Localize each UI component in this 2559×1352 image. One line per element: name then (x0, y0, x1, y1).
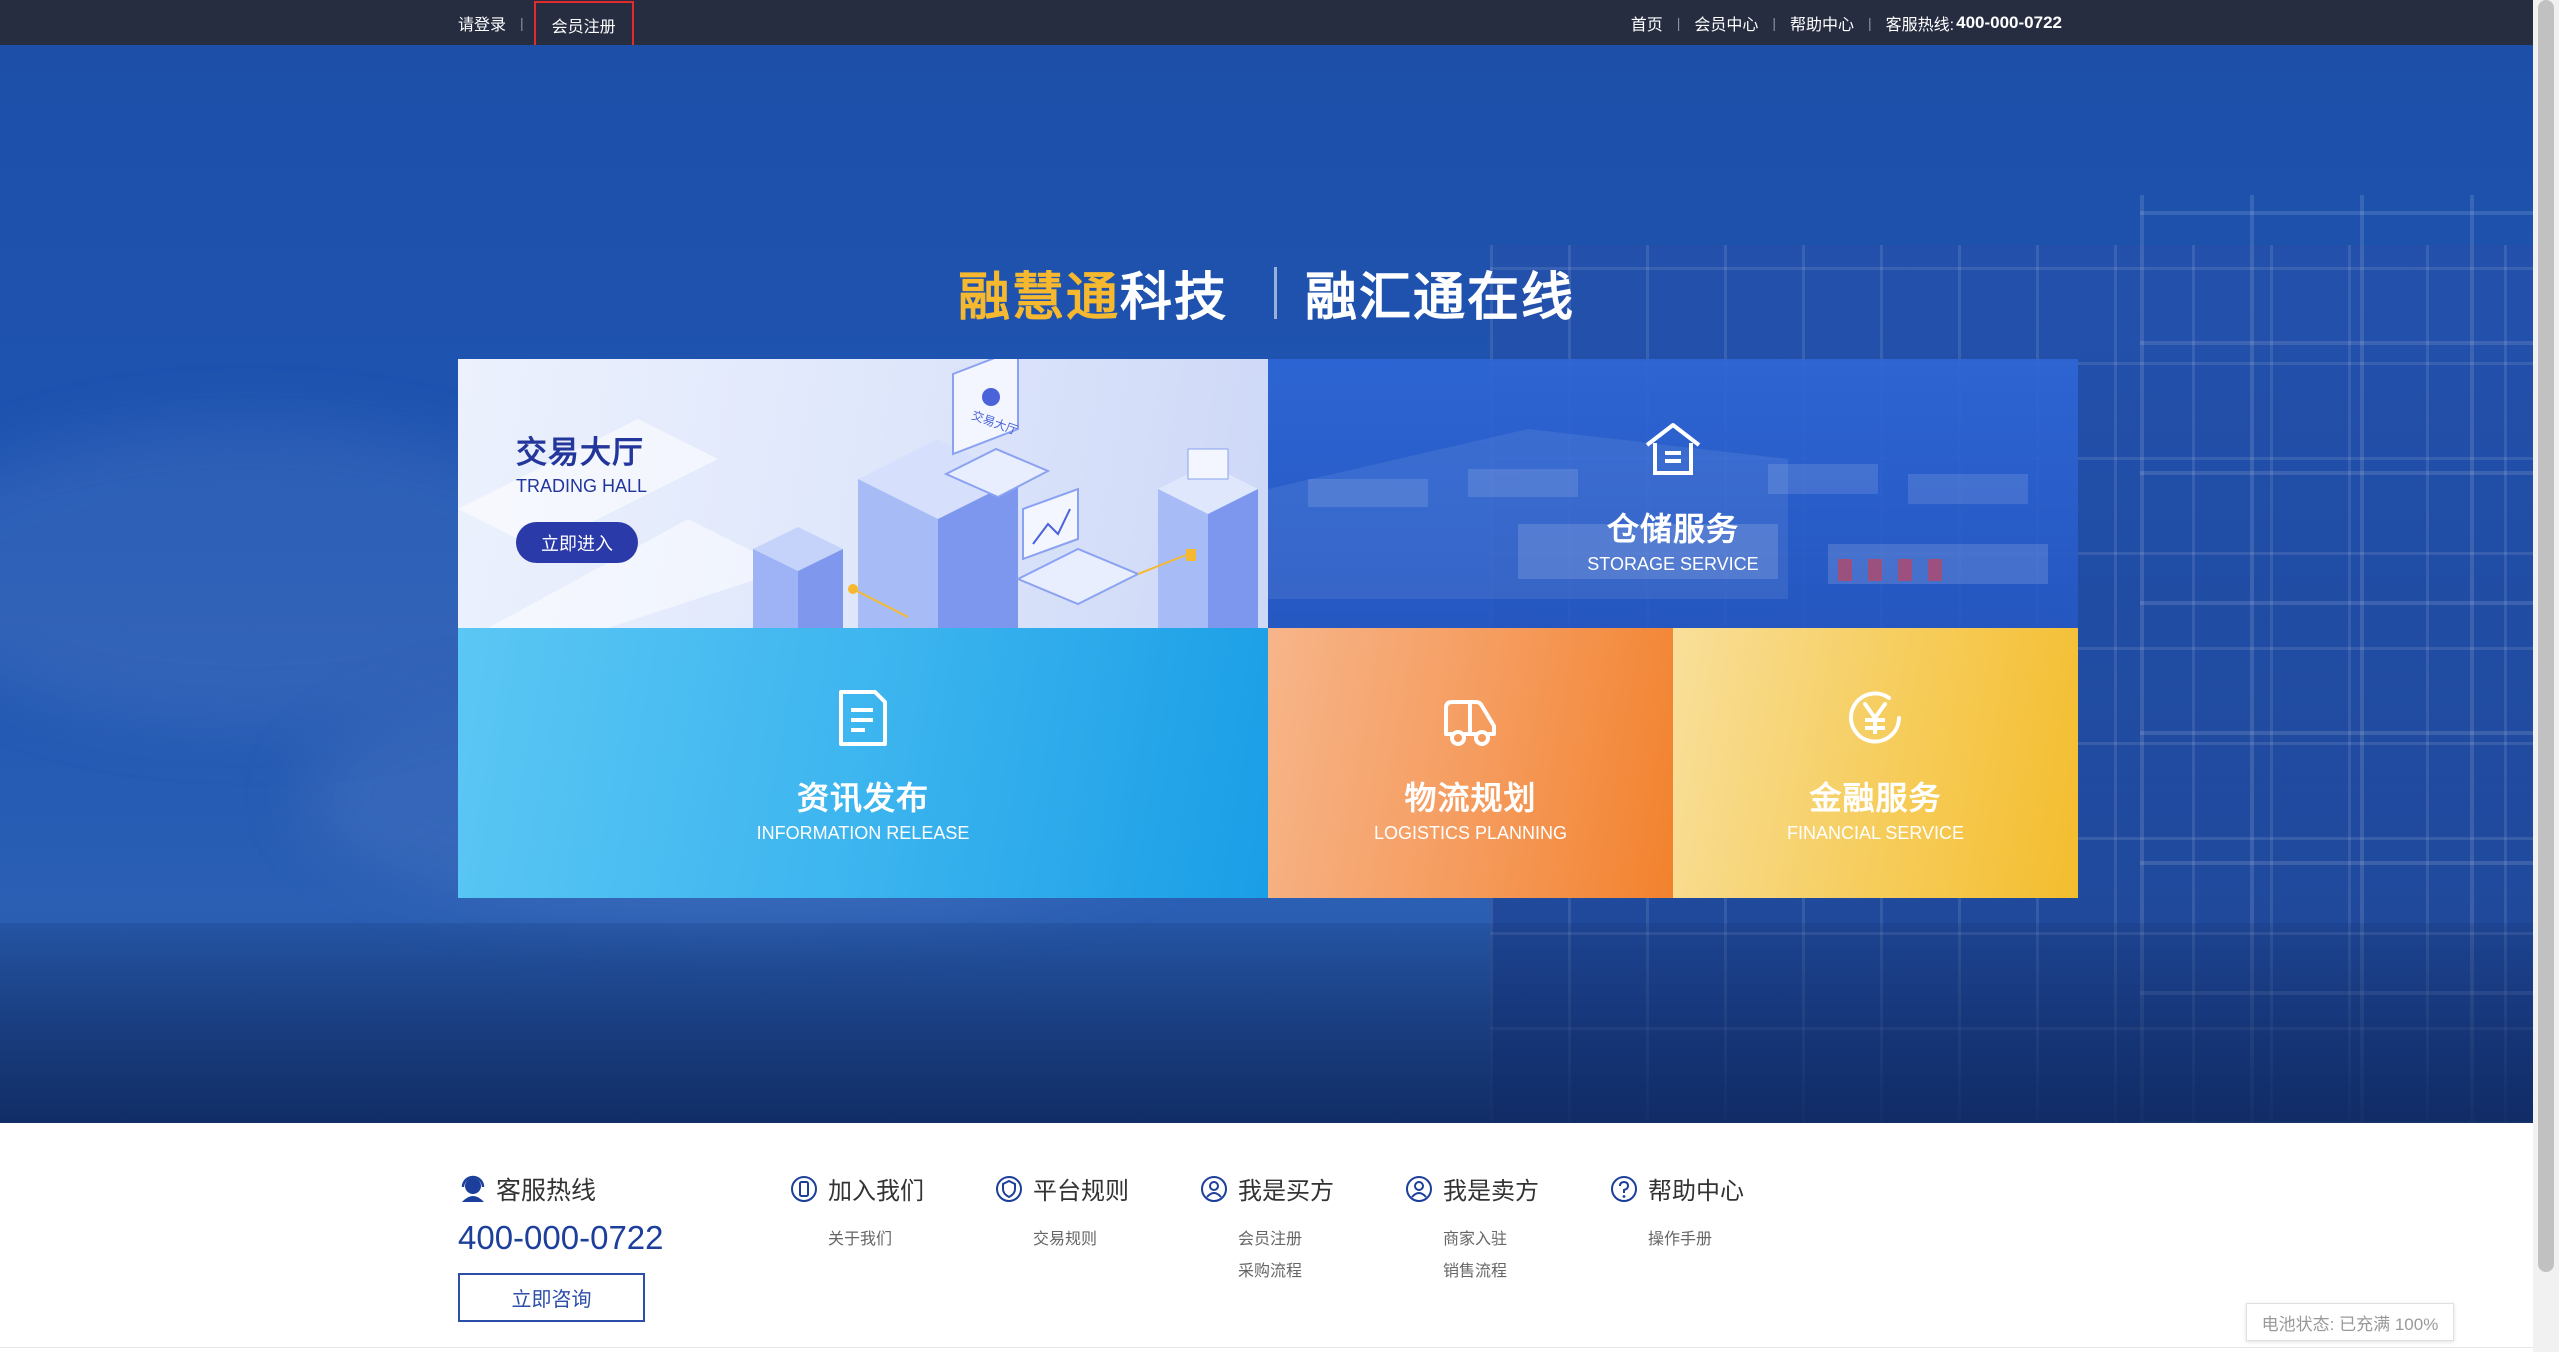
footer-col-links: 关于我们 (828, 1224, 924, 1256)
consult-now-button[interactable]: 立即咨询 (458, 1273, 645, 1322)
footer-col-links: 操作手册 (1648, 1224, 1744, 1256)
footer-link-user-manual[interactable]: 操作手册 (1648, 1224, 1744, 1256)
logistics-content: 物流规划 LOGISTICS PLANNING (1374, 628, 1567, 844)
login-link[interactable]: 请登录 (458, 11, 506, 35)
footer-col-heading: 平台规则 (995, 1171, 1129, 1206)
info-content: 资讯发布 INFORMATION RELEASE (756, 628, 970, 844)
footer-col-title: 帮助中心 (1648, 1178, 1744, 1205)
footer-col-title: 平台规则 (1033, 1178, 1129, 1205)
footer-col-join-us: 加入我们 关于我们 (790, 1171, 924, 1256)
footer-link-about-us[interactable]: 关于我们 (828, 1224, 924, 1256)
title-divider (1274, 266, 1277, 319)
logistics-title: 物流规划 (1404, 780, 1537, 816)
trading-subtitle: TRADING HALL (516, 476, 648, 496)
vertical-scrollbar[interactable] (2533, 0, 2559, 1352)
tile-logistics-planning[interactable]: 物流规划 LOGISTICS PLANNING (1268, 628, 1673, 898)
info-title: 资讯发布 (796, 780, 929, 816)
footer-col-heading: 我是买方 (1200, 1171, 1334, 1206)
phone-icon (791, 1175, 817, 1202)
footer-col-help: 帮助中心 操作手册 (1610, 1171, 1744, 1256)
footer-col-heading: 帮助中心 (1610, 1171, 1744, 1206)
tile-information-release[interactable]: 资讯发布 INFORMATION RELEASE (458, 628, 1268, 898)
footer-bottom-rule (0, 1347, 2533, 1352)
footer-hotline-number: 400-000-0722 (458, 1219, 664, 1256)
hotline-number: 400-000-0722 (1956, 12, 2062, 32)
trading-text: 交易大厅 TRADING HALL (516, 427, 647, 497)
footer-col-platform-rules: 平台规则 交易规则 (995, 1171, 1129, 1256)
footer-col-title: 我是卖方 (1443, 1178, 1539, 1205)
footer-col-heading: 我是卖方 (1405, 1171, 1539, 1206)
storage-content: 仓储服务 STORAGE SERVICE (1587, 359, 1759, 575)
footer-link-member-register[interactable]: 会员注册 (1238, 1224, 1334, 1256)
brand-name-gold: 融慧通 (957, 269, 1120, 327)
hotline-label: 客服热线: (1885, 16, 1955, 34)
footer: 客服热线 400-000-0722 立即咨询 加入我们 关于我们 平台规则 交易… (0, 1123, 2533, 1352)
footer-col-title: 加入我们 (828, 1178, 924, 1205)
tile-storage-service[interactable]: 仓储服务 STORAGE SERVICE (1268, 359, 2078, 628)
divider: | (1676, 14, 1681, 31)
help-center-link[interactable]: 帮助中心 (1790, 11, 1854, 35)
footer-col-links: 商家入驻 销售流程 (1443, 1224, 1539, 1288)
member-center-link[interactable]: 会员中心 (1694, 11, 1758, 35)
truck-icon (1444, 700, 1497, 746)
tile-financial-service[interactable]: 金融服务 FINANCIAL SERVICE (1673, 628, 2078, 898)
yuan-coin-icon (1849, 691, 1902, 744)
footer-col-seller: 我是卖方 商家入驻 销售流程 (1405, 1171, 1539, 1288)
brand-name-white: 科技 (1119, 269, 1228, 327)
document-icon (838, 690, 887, 746)
hero-slogan: 融汇通在线 (1305, 269, 1576, 327)
footer-hotline-label-row: 客服热线 (458, 1171, 664, 1207)
site-links: 首页 | 会员中心 | 帮助中心 | 客服热线: 400-000-0722 (1631, 0, 2062, 45)
footer-link-sales-process[interactable]: 销售流程 (1443, 1256, 1539, 1288)
footer-col-title: 我是买方 (1238, 1178, 1334, 1205)
finance-title: 金融服务 (1809, 780, 1942, 816)
home-link[interactable]: 首页 (1631, 11, 1663, 35)
warehouse-icon (1645, 423, 1701, 475)
storage-title: 仓储服务 (1606, 511, 1739, 547)
trading-title: 交易大厅 (516, 435, 644, 470)
question-icon (1611, 1175, 1637, 1202)
finance-content: 金融服务 FINANCIAL SERVICE (1787, 628, 1964, 844)
footer-link-trading-rules[interactable]: 交易规则 (1033, 1224, 1129, 1256)
footer-col-buyer: 我是买方 会员注册 采购流程 (1200, 1171, 1334, 1288)
divider: | (520, 14, 524, 31)
logistics-subtitle: LOGISTICS PLANNING (1373, 823, 1568, 843)
shield-icon (996, 1175, 1022, 1202)
footer-link-merchant-join[interactable]: 商家入驻 (1443, 1224, 1539, 1256)
tile-trading-hall[interactable]: 交易大厅 交易大厅 TRADING HALL 立即进入 (458, 359, 1268, 628)
footer-hotline-label: 客服热线 (496, 1177, 597, 1205)
storage-subtitle: STORAGE SERVICE (1587, 554, 1759, 574)
footer-col-links: 会员注册 采购流程 (1238, 1224, 1334, 1288)
hero-title: 融慧通 科技 融汇通在线 (0, 255, 2533, 330)
footer-col-links: 交易规则 (1033, 1224, 1129, 1256)
account-links: 请登录 | 会员注册 (458, 0, 634, 49)
info-subtitle: INFORMATION RELEASE (756, 823, 970, 843)
divider: | (1772, 14, 1777, 31)
user-icon (1406, 1175, 1432, 1202)
footer-col-heading: 加入我们 (790, 1171, 924, 1206)
battery-status-tooltip: 电池状态: 已充满 100% (2246, 1303, 2454, 1341)
footer-link-purchase-process[interactable]: 采购流程 (1238, 1256, 1334, 1288)
divider: | (1868, 14, 1872, 31)
scrollbar-thumb[interactable] (2538, 0, 2554, 1272)
register-link[interactable]: 会员注册 (552, 13, 616, 37)
user-icon (1201, 1175, 1227, 1202)
headset-icon (461, 1175, 485, 1202)
footer-hotline: 客服热线 400-000-0722 立即咨询 (458, 1171, 664, 1322)
finance-subtitle: FINANCIAL SERVICE (1786, 823, 1965, 843)
background-ground (0, 923, 2533, 1123)
register-highlight-box: 会员注册 (533, 0, 634, 49)
enter-now-button[interactable]: 立即进入 (516, 522, 638, 563)
top-nav-bar: 请登录 | 会员注册 首页 | 会员中心 | 帮助中心 | 客服热线: 400-… (0, 0, 2533, 49)
